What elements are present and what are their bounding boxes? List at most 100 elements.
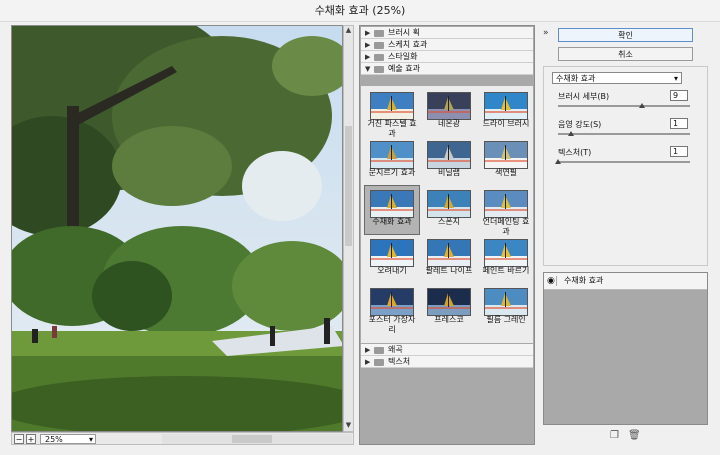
- folder-icon: [374, 347, 384, 354]
- effect-layers-panel: ◉ 수채화 효과: [543, 272, 708, 425]
- filter-thumbnail[interactable]: 드라이 브러시: [479, 88, 533, 136]
- folder-icon: [374, 42, 384, 49]
- chevron-down-icon: ▾: [88, 435, 93, 444]
- thumbnail-label: 거친 파스텔 효과: [367, 119, 417, 138]
- new-layer-icon[interactable]: ❐: [610, 430, 619, 441]
- thumbnail-image: [370, 239, 414, 267]
- filter-thumbnail[interactable]: 프레스코: [422, 284, 476, 332]
- preview-horizontal-scrollbar[interactable]: [162, 434, 352, 444]
- thumbnail-image: [427, 239, 471, 267]
- thumbnail-image: [370, 141, 414, 169]
- folder-icon: [374, 54, 384, 61]
- filter-thumbnail[interactable]: 팔레트 나이프: [422, 235, 476, 283]
- category-label: 왜곡: [388, 345, 403, 354]
- triangle-right-icon[interactable]: ▶: [365, 356, 370, 368]
- cancel-button[interactable]: 취소: [558, 47, 693, 61]
- param-label: 브러시 세부(B): [558, 92, 610, 101]
- category-0[interactable]: ▶ 브러시 획: [361, 27, 533, 39]
- scroll-thumb[interactable]: [345, 126, 352, 246]
- folder-icon: [374, 359, 384, 366]
- thumbnail-label: 프레스코: [434, 315, 464, 324]
- zoom-value: 25%: [45, 435, 63, 444]
- thumbnail-label: 필름 그레인: [486, 315, 526, 324]
- thumbnail-label: 수채화 효과: [372, 217, 412, 226]
- filter-thumbnail[interactable]: 포스터 가장자리: [365, 284, 419, 334]
- filter-thumbnail[interactable]: 색연필: [479, 137, 533, 185]
- triangle-right-icon[interactable]: ▶: [365, 51, 370, 63]
- preview-canvas[interactable]: [11, 25, 343, 432]
- thumbnail-label: 포스터 가장자리: [368, 315, 416, 334]
- category-1[interactable]: ▶ 스케치 효과: [361, 39, 533, 51]
- param-slider-track[interactable]: [558, 133, 690, 135]
- filter-thumbnail[interactable]: 언더페인팅 효과: [479, 186, 533, 236]
- zoom-select[interactable]: 25% ▾: [40, 434, 96, 444]
- triangle-right-icon[interactable]: ▶: [365, 344, 370, 356]
- ok-button[interactable]: 확인: [558, 28, 693, 42]
- thumbnail-image: [484, 190, 528, 218]
- thumbnail-grid: 거친 파스텔 효과 네온광 드라이 브러시문지르기 효과 비닐랩 색연필수채화 효과 스폰…: [361, 86, 533, 343]
- thumbnail-label: 오려내기: [377, 266, 407, 275]
- filter-thumbnail[interactable]: 비닐랩: [422, 137, 476, 185]
- filter-browser: ▶ 브러시 획 ▶ 스케치 효과 ▶ 스타일화 ▼ 예술 효과 거친 파스텔 효과 네온광 드라이…: [359, 25, 535, 445]
- scroll-thumb[interactable]: [232, 435, 272, 443]
- thumbnail-image: [484, 141, 528, 169]
- param-slider-track[interactable]: [558, 105, 690, 107]
- thumbnail-image: [427, 141, 471, 169]
- category-label: 텍스처: [388, 357, 411, 366]
- filter-thumbnail[interactable]: 문지르기 효과: [365, 137, 419, 185]
- param-slider-knob[interactable]: [555, 159, 561, 164]
- param-label: 텍스처(T): [558, 148, 592, 157]
- param-value-input[interactable]: 9: [670, 90, 688, 101]
- scroll-down-icon[interactable]: ▼: [344, 421, 353, 429]
- category-label: 스케치 효과: [388, 40, 428, 49]
- triangle-right-icon[interactable]: ▶: [365, 27, 370, 39]
- thumbnail-label: 팔레트 나이프: [425, 266, 473, 275]
- chevron-down-icon: ▾: [673, 74, 678, 83]
- thumbnail-label: 색연필: [494, 168, 518, 177]
- filter-thumbnail[interactable]: 필름 그레인: [479, 284, 533, 332]
- zoom-in-button[interactable]: +: [26, 434, 36, 444]
- double-chevron-up-icon[interactable]: »: [543, 28, 549, 38]
- category-label: 브러시 획: [388, 28, 420, 37]
- filter-settings-panel: 수채화 효과 ▾ 브러시 세부(B) 9 음영 강도(S) 1 텍스처(T) 1: [543, 66, 708, 266]
- filter-thumbnail[interactable]: 거친 파스텔 효과: [365, 88, 419, 138]
- triangle-down-icon[interactable]: ▼: [365, 63, 370, 75]
- folder-icon: [374, 66, 384, 73]
- scroll-up-icon[interactable]: ▲: [344, 26, 353, 34]
- preview-image: [12, 26, 342, 431]
- filter-thumbnail[interactable]: 스폰지: [422, 186, 476, 234]
- filter-thumbnail[interactable]: 오려내기: [365, 235, 419, 283]
- zoom-out-button[interactable]: −: [14, 434, 24, 444]
- preview-statusbar: − + 25% ▾: [11, 432, 354, 445]
- param-value-input[interactable]: 1: [670, 118, 688, 129]
- thumbnail-label: 비닐랩: [437, 168, 461, 177]
- window-title: 수채화 효과 (25%): [0, 0, 720, 22]
- filter-select[interactable]: 수채화 효과 ▾: [552, 72, 682, 84]
- param-slider-track[interactable]: [558, 161, 690, 163]
- triangle-right-icon[interactable]: ▶: [365, 39, 370, 51]
- effect-layer-row[interactable]: ◉ 수채화 효과: [544, 273, 707, 290]
- thumbnail-image: [427, 288, 471, 316]
- category-3[interactable]: ▼ 예술 효과: [361, 63, 533, 75]
- trash-icon[interactable]: 🗑: [628, 430, 641, 441]
- filter-select-value: 수채화 효과: [556, 74, 596, 83]
- thumbnail-image: [370, 92, 414, 120]
- filter-thumbnail[interactable]: 네온광: [422, 88, 476, 136]
- param-slider-knob[interactable]: [568, 131, 574, 136]
- category-5[interactable]: ▶ 텍스처: [361, 356, 533, 368]
- preview-vertical-scrollbar[interactable]: ▲ ▼: [343, 25, 354, 432]
- param-slider-knob[interactable]: [639, 103, 645, 108]
- filter-thumbnail[interactable]: 페인트 바르기: [479, 235, 533, 283]
- filter-thumbnail[interactable]: 수채화 효과: [364, 185, 420, 235]
- param-value-input[interactable]: 1: [670, 146, 688, 157]
- category-4[interactable]: ▶ 왜곡: [361, 344, 533, 356]
- category-label: 스타일화: [388, 52, 418, 61]
- thumbnail-image: [370, 190, 414, 218]
- thumbnail-image: [427, 92, 471, 120]
- thumbnail-label: 네온광: [437, 119, 461, 128]
- category-2[interactable]: ▶ 스타일화: [361, 51, 533, 63]
- eye-icon[interactable]: ◉: [547, 276, 557, 286]
- thumbnail-label: 스폰지: [437, 217, 461, 226]
- thumbnail-label: 페인트 바르기: [482, 266, 530, 275]
- thumbnail-label: 문지르기 효과: [368, 168, 416, 177]
